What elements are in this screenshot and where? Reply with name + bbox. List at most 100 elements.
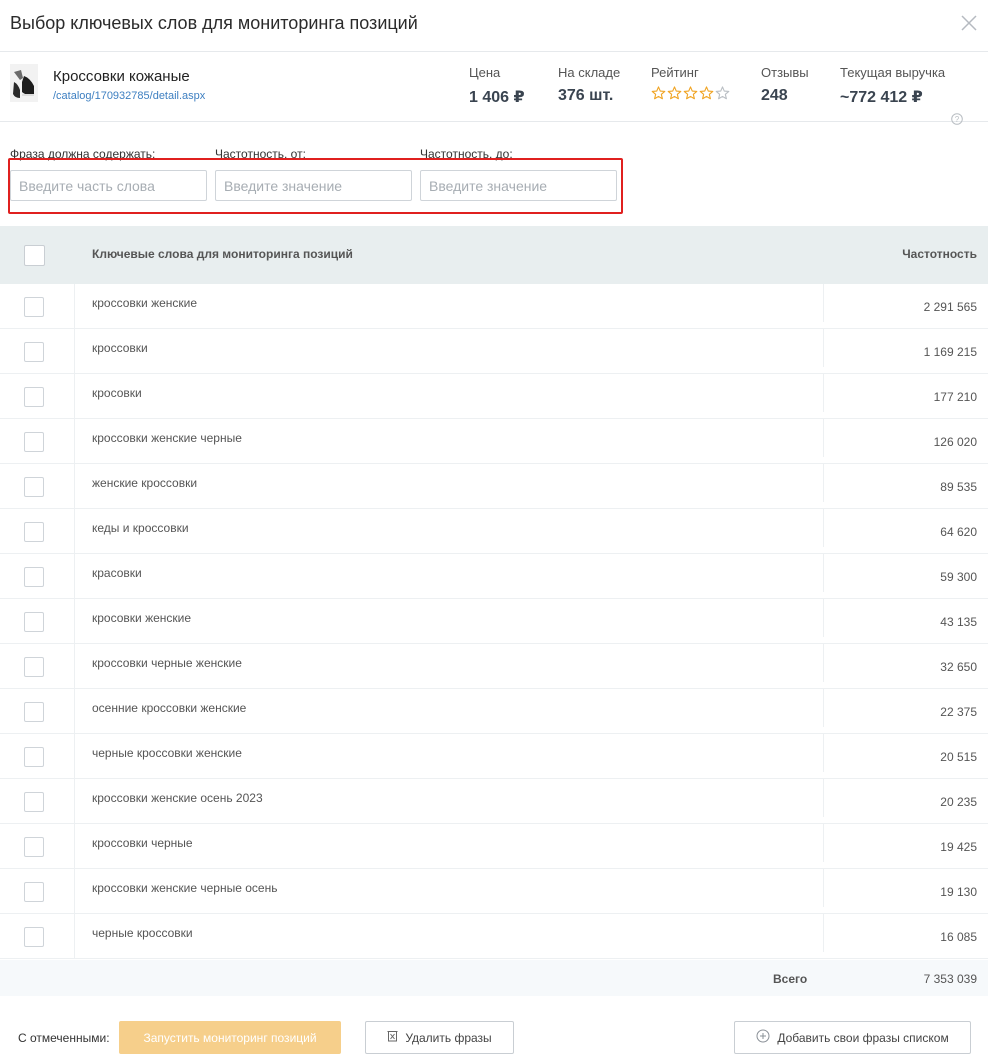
close-icon[interactable]: [960, 14, 978, 32]
stat-reviews: Отзывы 248: [761, 65, 809, 105]
footer-label: С отмеченными:: [18, 1031, 110, 1045]
column-divider: [74, 374, 75, 418]
row-frequency: 1 169 215: [923, 345, 977, 359]
table-row[interactable]: кроссовки черные 19 425: [0, 824, 988, 869]
column-divider: [74, 689, 75, 733]
column-divider: [74, 599, 75, 643]
add-phrases-button[interactable]: Добавить свои фразы списком: [734, 1021, 971, 1054]
stat-stock: На складе 376 шт.: [558, 65, 620, 105]
row-keyword: кросовки: [92, 386, 142, 400]
table-row[interactable]: кросовки женские 43 135: [0, 599, 988, 644]
table-row[interactable]: черные кроссовки 16 085: [0, 914, 988, 959]
row-checkbox[interactable]: [24, 657, 44, 677]
product-link[interactable]: /catalog/170932785/detail.aspx: [53, 90, 205, 102]
column-divider: [74, 554, 75, 598]
row-checkbox[interactable]: [24, 297, 44, 317]
row-keyword: кроссовки: [92, 341, 148, 355]
row-checkbox[interactable]: [24, 702, 44, 722]
row-frequency: 16 085: [940, 930, 977, 944]
column-divider: [823, 419, 824, 457]
table-row[interactable]: кроссовки женские 2 291 565: [0, 284, 988, 329]
column-divider: [823, 464, 824, 502]
star-icon: [651, 86, 666, 105]
filter-freq-to-label: Частотность, до:: [420, 147, 513, 161]
freq-from-input[interactable]: [215, 170, 412, 201]
column-divider: [823, 509, 824, 547]
star-icon: [683, 86, 698, 105]
row-checkbox[interactable]: [24, 342, 44, 362]
stat-revenue-value: ~772 412 ₽: [840, 89, 923, 106]
column-divider: [823, 554, 824, 592]
row-frequency: 126 020: [933, 435, 977, 449]
stat-reviews-value: 248: [761, 87, 788, 104]
delete-phrases-button[interactable]: Удалить фразы: [365, 1021, 514, 1054]
start-monitoring-button[interactable]: Запустить мониторинг позиций: [119, 1021, 341, 1054]
table-row[interactable]: кроссовки черные женские 32 650: [0, 644, 988, 689]
row-checkbox[interactable]: [24, 387, 44, 407]
column-divider: [823, 599, 824, 637]
row-frequency: 64 620: [940, 525, 977, 539]
table-total-row: Всего 7 353 039: [0, 960, 988, 996]
table-row[interactable]: женские кроссовки 89 535: [0, 464, 988, 509]
column-divider: [823, 374, 824, 412]
table-row[interactable]: кеды и кроссовки 64 620: [0, 509, 988, 554]
row-frequency: 2 291 565: [923, 300, 977, 314]
row-frequency: 89 535: [940, 480, 977, 494]
star-icon: [667, 86, 682, 105]
row-checkbox[interactable]: [24, 522, 44, 542]
row-checkbox[interactable]: [24, 747, 44, 767]
table-row[interactable]: кроссовки женские черные 126 020: [0, 419, 988, 464]
row-checkbox[interactable]: [24, 567, 44, 587]
row-keyword: кроссовки женские черные: [92, 431, 242, 445]
row-checkbox[interactable]: [24, 837, 44, 857]
table-row[interactable]: кросовки 177 210: [0, 374, 988, 419]
total-value: 7 353 039: [923, 972, 977, 986]
row-frequency: 20 515: [940, 750, 977, 764]
freq-to-input[interactable]: [420, 170, 617, 201]
star-icon: [699, 86, 714, 105]
row-checkbox[interactable]: [24, 882, 44, 902]
row-checkbox[interactable]: [24, 927, 44, 947]
stat-price-value: 1 406 ₽: [469, 89, 525, 106]
row-checkbox[interactable]: [24, 612, 44, 632]
column-divider: [74, 284, 75, 328]
column-header-keywords: Ключевые слова для мониторинга позиций: [92, 247, 353, 261]
table-row[interactable]: черные кроссовки женские 20 515: [0, 734, 988, 779]
row-checkbox[interactable]: [24, 792, 44, 812]
filter-freq-from-label: Частотность, от:: [215, 147, 306, 161]
product-thumbnail: [10, 64, 38, 102]
table-row[interactable]: осенние кроссовки женские 22 375: [0, 689, 988, 734]
row-keyword: осенние кроссовки женские: [92, 701, 247, 715]
row-keyword: кроссовки черные женские: [92, 656, 242, 670]
product-info: Кроссовки кожаные /catalog/170932785/det…: [0, 52, 988, 125]
product-name: Кроссовки кожаные: [53, 68, 190, 85]
row-frequency: 43 135: [940, 615, 977, 629]
select-all-checkbox[interactable]: [24, 245, 45, 266]
stat-price: Цена 1 406 ₽: [469, 65, 525, 107]
table-row[interactable]: кроссовки 1 169 215: [0, 329, 988, 374]
keywords-table-body: кроссовки женские 2 291 565 кроссовки 1 169…: [0, 284, 988, 959]
column-divider: [823, 869, 824, 907]
stat-stock-label: На складе: [558, 65, 621, 80]
column-divider: [823, 284, 824, 322]
row-keyword: кросовки женские: [92, 611, 192, 625]
row-keyword: кеды и кроссовки: [92, 521, 189, 535]
row-frequency: 177 210: [933, 390, 977, 404]
delete-phrases-label: Удалить фразы: [405, 1030, 492, 1045]
column-divider: [823, 914, 824, 952]
table-row[interactable]: кроссовки женские черные осень 19 130: [0, 869, 988, 914]
star-icon: [715, 86, 730, 105]
phrase-input[interactable]: [10, 170, 207, 201]
table-row[interactable]: кроссовки женские осень 2023 20 235: [0, 779, 988, 824]
row-keyword: черные кроссовки: [92, 926, 193, 940]
stat-rating-label: Рейтинг: [651, 65, 699, 80]
row-checkbox[interactable]: [24, 477, 44, 497]
column-divider: [823, 779, 824, 817]
table-row[interactable]: красовки 59 300: [0, 554, 988, 599]
filter-phrase-label: Фраза должна содержать:: [10, 147, 156, 161]
stat-rating: Рейтинг: [651, 65, 730, 105]
stat-stock-value: 376 шт.: [558, 87, 614, 104]
modal-title: Выбор ключевых слов для мониторинга пози…: [10, 13, 418, 33]
row-checkbox[interactable]: [24, 432, 44, 452]
column-header-frequency[interactable]: Частотность: [902, 247, 977, 261]
